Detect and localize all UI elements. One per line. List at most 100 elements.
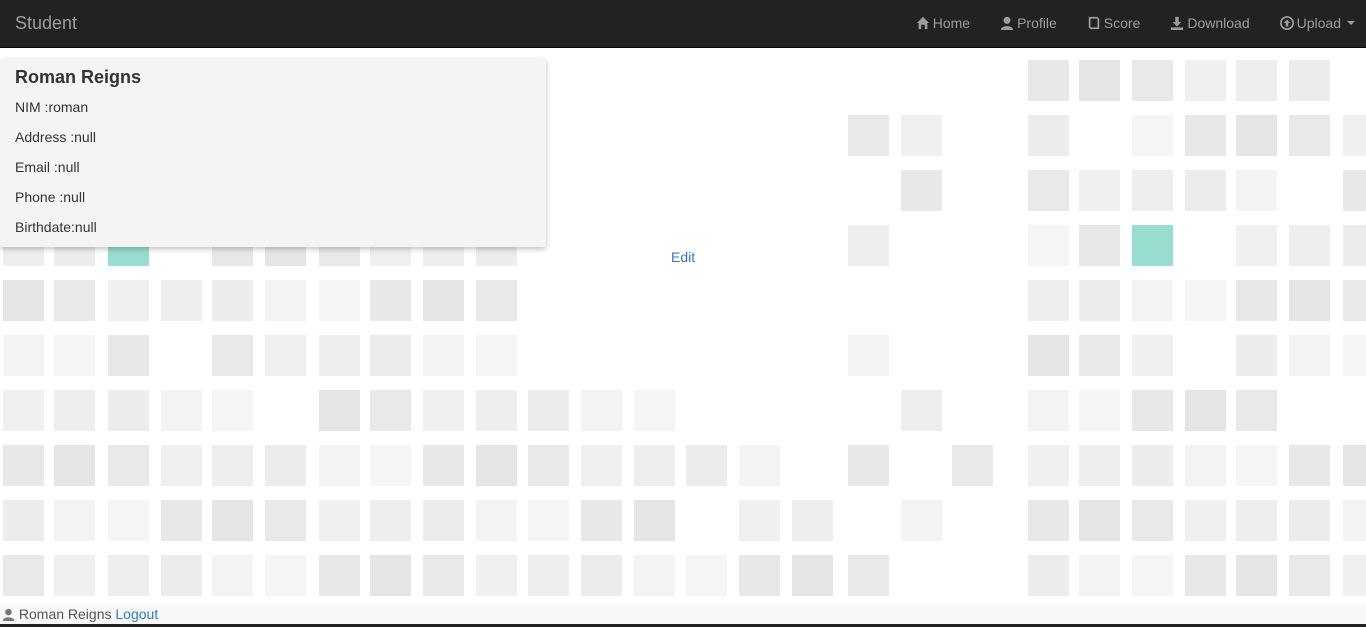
background-tile — [476, 555, 517, 596]
background-tile — [848, 335, 889, 376]
edit-link[interactable]: Edit — [671, 249, 695, 265]
nav-upload-label: Upload — [1296, 15, 1341, 31]
background-tile — [1028, 555, 1069, 596]
nav-upload-dropdown[interactable]: Upload — [1265, 0, 1366, 46]
background-tile — [528, 500, 569, 541]
nav-home[interactable]: Home — [901, 0, 985, 46]
background-tile — [1343, 170, 1366, 211]
download-icon — [1171, 16, 1184, 30]
nav-profile-label: Profile — [1017, 15, 1057, 31]
background-tile — [161, 390, 202, 431]
background-tile — [581, 555, 622, 596]
background-tile — [1343, 555, 1366, 596]
background-tile — [1079, 555, 1120, 596]
footer-username: Roman Reigns — [18, 606, 112, 622]
background-tile — [1236, 500, 1277, 541]
background-tile — [1028, 115, 1069, 156]
profile-phone: Phone :null — [15, 189, 86, 205]
background-tile — [1343, 115, 1366, 156]
background-tile — [1079, 445, 1120, 486]
background-tile — [1132, 500, 1173, 541]
background-tile — [212, 500, 253, 541]
background-tile — [1236, 225, 1277, 266]
background-tile — [423, 500, 464, 541]
background-tile — [1132, 225, 1173, 266]
background-tile — [739, 445, 780, 486]
background-tile — [1132, 280, 1173, 321]
background-tile — [1289, 445, 1330, 486]
background-tile — [528, 555, 569, 596]
background-tile — [1079, 500, 1120, 541]
background-tile — [161, 555, 202, 596]
nav-profile[interactable]: Profile — [985, 0, 1072, 46]
background-tile — [3, 445, 44, 486]
background-tile — [1185, 555, 1226, 596]
nav-menu: Home Profile Score Download Upload — [901, 0, 1366, 46]
brand-link[interactable]: Student — [15, 0, 77, 46]
user-icon — [2, 608, 15, 621]
background-tile — [54, 280, 95, 321]
background-tile — [54, 390, 95, 431]
background-tile — [1236, 280, 1277, 321]
background-tile — [1185, 500, 1226, 541]
background-tile — [1132, 335, 1173, 376]
logout-link[interactable]: Logout — [115, 606, 158, 622]
background-tile — [319, 555, 360, 596]
background-tile — [1079, 170, 1120, 211]
background-tile — [3, 335, 44, 376]
background-tile — [265, 500, 306, 541]
background-tile — [739, 500, 780, 541]
background-tile — [901, 170, 942, 211]
background-tile — [1236, 555, 1277, 596]
background-tile — [3, 390, 44, 431]
background-tile — [1343, 280, 1366, 321]
background-tile — [423, 445, 464, 486]
background-tile — [212, 280, 253, 321]
background-tile — [54, 500, 95, 541]
background-tile — [319, 335, 360, 376]
user-icon — [1000, 16, 1014, 30]
nav-download[interactable]: Download — [1155, 0, 1264, 46]
nav-score[interactable]: Score — [1072, 0, 1156, 46]
background-tile — [54, 555, 95, 596]
background-tile — [1132, 390, 1173, 431]
background-tile — [1028, 60, 1069, 101]
background-tile — [686, 445, 727, 486]
background-tile — [423, 555, 464, 596]
background-tile — [901, 115, 942, 156]
profile-birthdate: Birthdate:null — [15, 219, 97, 235]
background-tile — [1028, 280, 1069, 321]
background-tile — [952, 445, 993, 486]
background-tile — [476, 390, 517, 431]
background-tile — [212, 390, 253, 431]
background-tile — [634, 555, 675, 596]
background-tile — [476, 500, 517, 541]
background-tile — [686, 555, 727, 596]
background-tile — [1132, 170, 1173, 211]
background-tile — [108, 445, 149, 486]
background-tile — [1236, 390, 1277, 431]
caret-down-icon — [1347, 21, 1355, 25]
background-tile — [1185, 390, 1226, 431]
background-tile — [1079, 60, 1120, 101]
background-tile — [319, 500, 360, 541]
background-tile — [319, 445, 360, 486]
background-tile — [1236, 170, 1277, 211]
background-tile — [1185, 170, 1226, 211]
background-tile — [370, 500, 411, 541]
background-tile — [1079, 225, 1120, 266]
background-tile — [581, 390, 622, 431]
background-tile — [108, 555, 149, 596]
background-tile — [634, 500, 675, 541]
background-tile — [370, 280, 411, 321]
background-tile — [528, 445, 569, 486]
background-tile — [423, 390, 464, 431]
background-tile — [212, 555, 253, 596]
profile-name: Roman Reigns — [15, 67, 142, 87]
background-tile — [1289, 500, 1330, 541]
profile-card: Roman Reigns NIM :roman Address :null Em… — [0, 59, 546, 247]
background-tile — [1132, 60, 1173, 101]
background-tile — [108, 335, 149, 376]
background-tile — [370, 555, 411, 596]
background-tile — [3, 555, 44, 596]
